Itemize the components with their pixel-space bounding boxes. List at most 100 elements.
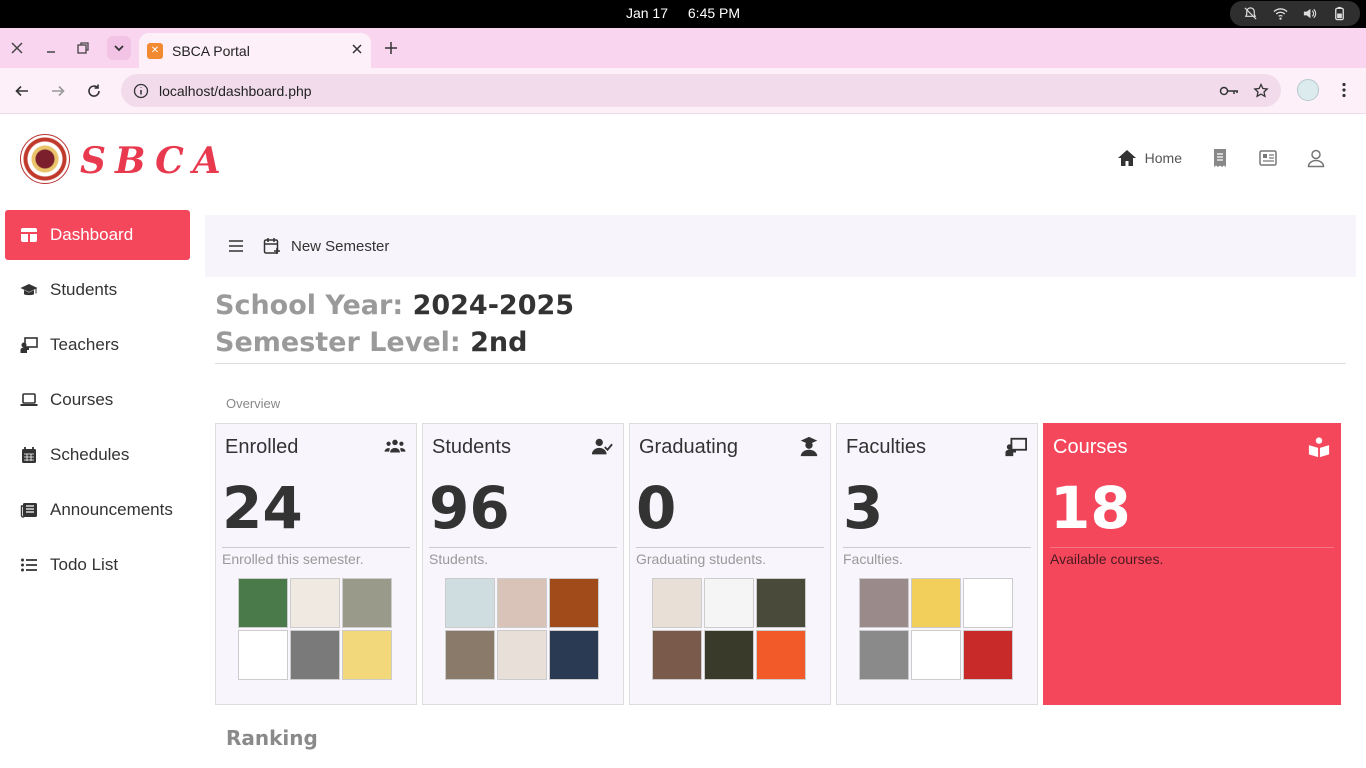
semester-level-label: Semester Level: <box>215 327 461 358</box>
section-divider <box>215 363 1346 364</box>
card-graduating[interactable]: Graduating 0 Graduating students. <box>629 423 831 705</box>
card-description: Students. <box>429 551 489 567</box>
browser-menu-button[interactable] <box>1334 80 1354 100</box>
key-icon[interactable] <box>1219 83 1239 99</box>
avatar-thumbnail <box>238 578 288 628</box>
nav-newspaper-link[interactable] <box>1258 148 1278 168</box>
card-rule <box>636 547 824 548</box>
card-faculties[interactable]: Faculties 3 Faculties. <box>836 423 1038 705</box>
sidebar-item-dashboard[interactable]: Dashboard <box>5 210 190 260</box>
window-close-button[interactable] <box>5 36 29 60</box>
window-restore-button[interactable] <box>71 36 95 60</box>
url-text[interactable]: localhost/dashboard.php <box>159 83 1219 99</box>
wifi-icon <box>1273 8 1288 20</box>
sidebar-item-label: Courses <box>50 390 114 409</box>
forward-button[interactable] <box>46 79 70 103</box>
users-icon <box>384 436 406 463</box>
sidebar-item-label: Teachers <box>50 335 119 354</box>
card-students[interactable]: Students 96 Students. <box>422 423 624 705</box>
sidebar-item-students[interactable]: Students <box>5 265 190 315</box>
os-date: Jan 17 <box>625 5 668 21</box>
new-tab-button[interactable] <box>379 36 403 60</box>
avatar-grid <box>238 578 394 680</box>
receipt-icon <box>1214 149 1226 167</box>
nav-receipt-link[interactable] <box>1210 148 1230 168</box>
sidebar-item-teachers[interactable]: Teachers <box>5 320 190 370</box>
reload-button[interactable] <box>82 79 106 103</box>
card-description: Graduating students. <box>636 551 766 567</box>
nav-home-label: Home <box>1144 150 1182 166</box>
star-icon[interactable] <box>1253 82 1269 99</box>
book-reader-icon <box>1308 436 1330 463</box>
card-enrolled[interactable]: Enrolled 24 Enrolled this semester. <box>215 423 417 705</box>
card-value: 3 <box>843 474 884 542</box>
address-bar[interactable]: localhost/dashboard.php <box>121 74 1281 107</box>
avatar-thumbnail <box>238 630 288 680</box>
tab-title: SBCA Portal <box>172 42 250 59</box>
system-tray[interactable] <box>1230 1 1360 26</box>
close-icon <box>11 42 23 54</box>
card-description: Enrolled this semester. <box>222 551 364 567</box>
school-seal-logo[interactable] <box>20 134 70 184</box>
os-clock[interactable]: Jan 17 6:45 PM <box>0 5 1366 21</box>
sidebar-item-announcements[interactable]: Announcements <box>5 485 190 535</box>
tab-search-button[interactable] <box>107 36 131 60</box>
card-courses[interactable]: Courses 18 Available courses. <box>1043 423 1341 705</box>
calendar-icon <box>22 447 36 463</box>
school-year-value: 2024-2025 <box>412 290 575 321</box>
os-top-bar: Jan 17 6:45 PM <box>0 0 1366 28</box>
card-value: 96 <box>429 474 510 542</box>
overview-label: Overview <box>226 396 281 411</box>
minimize-icon <box>47 51 55 53</box>
chevron-down-icon <box>114 45 124 52</box>
sidebar-item-schedules[interactable]: Schedules <box>5 430 190 480</box>
avatar-thumbnail <box>652 578 702 628</box>
avatar-thumbnail <box>756 630 806 680</box>
user-icon <box>1307 149 1325 168</box>
semester-level-heading: Semester Level: 2nd <box>215 327 527 358</box>
window-minimize-button[interactable] <box>39 36 63 60</box>
sidebar: Dashboard Students Teachers Courses Sche… <box>5 210 190 595</box>
new-semester-button[interactable]: New Semester <box>263 237 389 255</box>
back-button[interactable] <box>10 79 34 103</box>
sidebar-item-label: Announcements <box>50 500 173 519</box>
more-vertical-icon <box>1342 82 1346 98</box>
header-nav: Home <box>1117 148 1326 168</box>
avatar-grid <box>652 578 808 680</box>
tab-sbca-portal[interactable]: ✕ SBCA Portal <box>139 33 371 68</box>
sidebar-item-courses[interactable]: Courses <box>5 375 190 425</box>
sidebar-item-label: Schedules <box>50 445 130 464</box>
card-value: 24 <box>222 474 303 542</box>
tab-close-button[interactable] <box>351 42 363 60</box>
site-header: SBCA Home <box>0 115 1366 205</box>
card-title: Graduating <box>639 436 738 458</box>
content-toolbar: New Semester <box>205 215 1356 277</box>
list-icon <box>21 558 37 572</box>
nav-profile-link[interactable] <box>1306 148 1326 168</box>
card-title: Enrolled <box>225 436 299 458</box>
avatar-thumbnail <box>549 630 599 680</box>
card-title: Courses <box>1053 436 1128 458</box>
profile-avatar[interactable] <box>1297 79 1319 101</box>
school-year-label: School Year: <box>215 290 404 321</box>
avatar-thumbnail <box>859 630 909 680</box>
sidebar-item-todo-list[interactable]: Todo List <box>5 540 190 590</box>
browser-toolbar: localhost/dashboard.php <box>0 68 1366 114</box>
chalkboard-teacher-icon <box>20 337 38 353</box>
site-logo-text[interactable]: SBCA <box>80 140 230 182</box>
avatar-thumbnail <box>445 578 495 628</box>
avatar-thumbnail <box>342 578 392 628</box>
arrow-right-icon <box>52 85 65 97</box>
avatar-thumbnail <box>290 630 340 680</box>
avatar-thumbnail <box>963 578 1013 628</box>
newspaper-icon <box>20 503 37 518</box>
sidebar-item-label: Students <box>50 280 118 299</box>
reload-icon <box>88 84 100 97</box>
table-icon <box>21 228 37 242</box>
restore-icon <box>77 42 89 54</box>
avatar-thumbnail <box>342 630 392 680</box>
nav-home-link[interactable]: Home <box>1117 148 1182 168</box>
hamburger-menu-icon[interactable] <box>227 237 245 255</box>
avatar-thumbnail <box>963 630 1013 680</box>
card-value: 0 <box>636 474 677 542</box>
